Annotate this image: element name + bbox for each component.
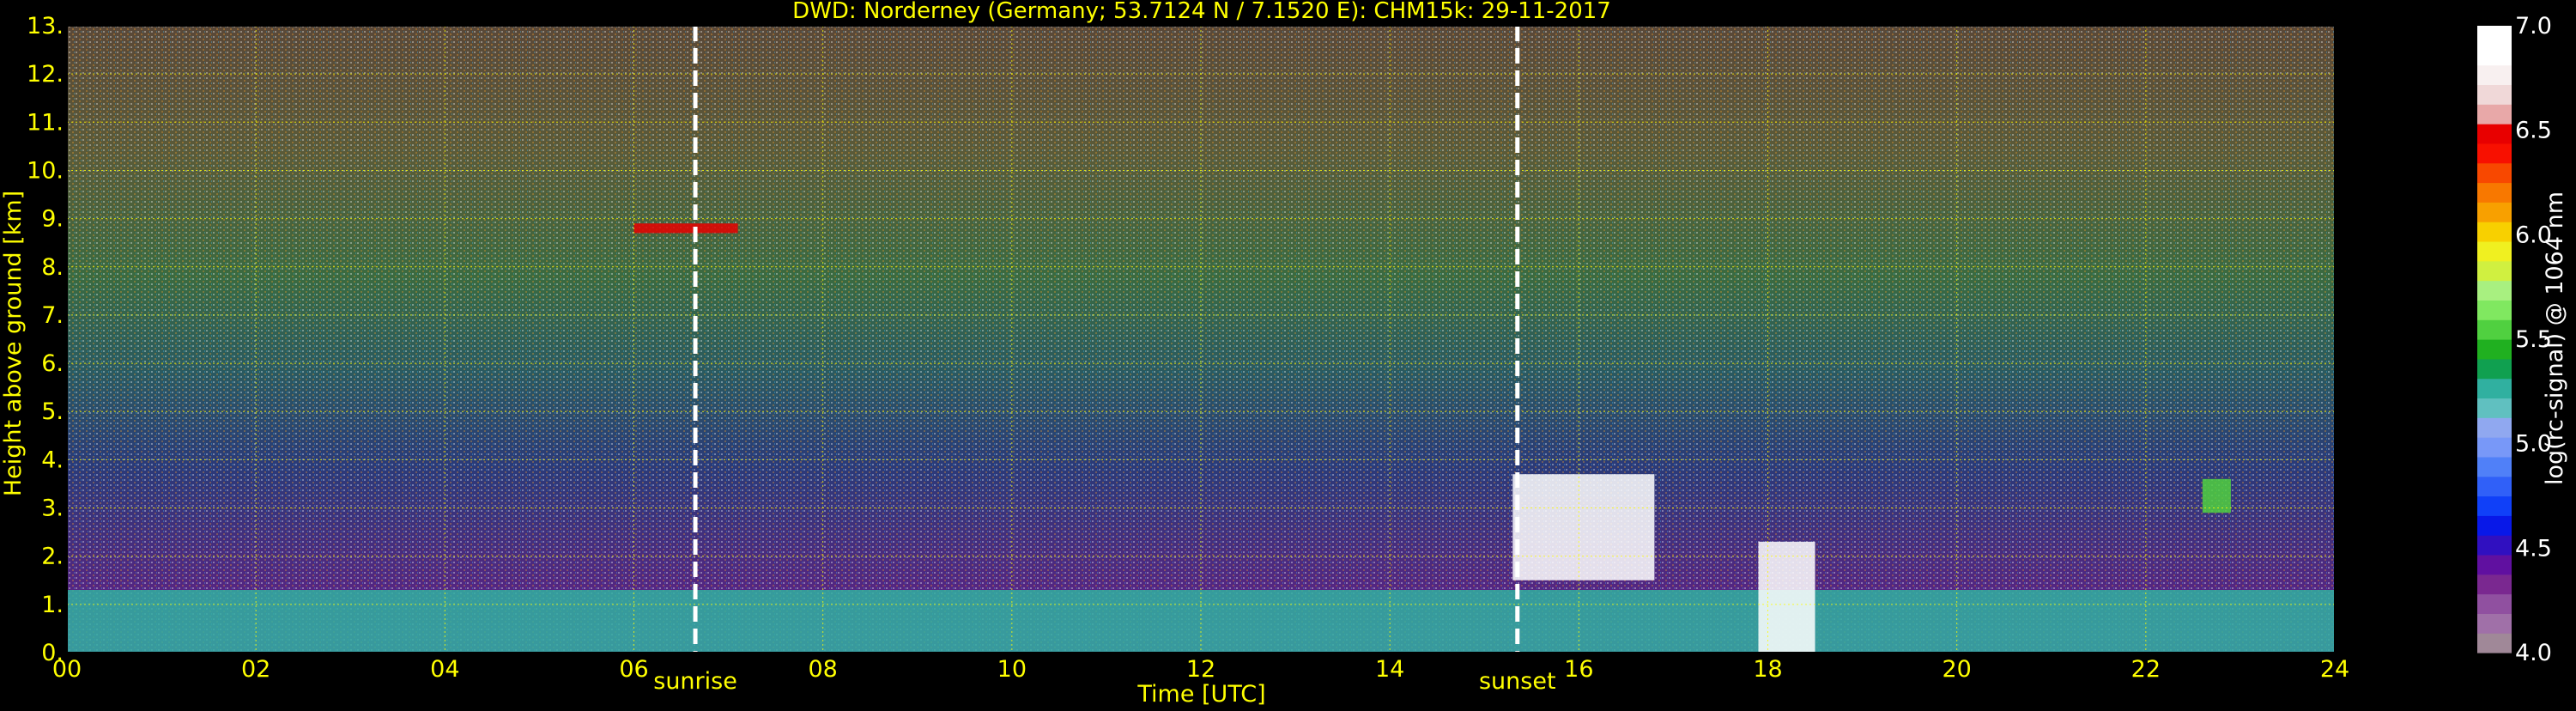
x-tick-label: 20	[1942, 656, 1971, 683]
y-tick-label: 8.	[41, 254, 64, 281]
colorbar-segment	[2477, 456, 2512, 477]
colorbar-segment	[2477, 26, 2512, 46]
marker-label-sunset: sunset	[1479, 668, 1556, 695]
colorbar-segment	[2477, 574, 2512, 595]
colorbar-segment	[2477, 554, 2512, 575]
y-axis-ticks: 0. 1. 2. 3. 4. 5. 6. 7. 8. 9. 10. 11. 12. 13.	[27, 13, 64, 666]
colorbar-segment	[2477, 613, 2512, 634]
chart-svg: sunrise sunset 00 02 04 06 08 10 12 14 16 18 20 22 24…	[0, 0, 2568, 708]
colorbar-segment	[2477, 417, 2512, 438]
colorbar-segment	[2477, 593, 2512, 614]
colorbar-tick-label: 4.5	[2515, 535, 2552, 562]
colorbar-segment	[2477, 476, 2512, 497]
colorbar-segment	[2477, 339, 2512, 360]
y-tick-label: 13.	[27, 13, 64, 40]
x-tick-label: 08	[808, 656, 837, 683]
x-tick-label: 24	[2320, 656, 2349, 683]
x-tick-label: 04	[430, 656, 459, 683]
y-tick-label: 5.	[41, 398, 64, 425]
y-tick-label: 9.	[41, 206, 64, 233]
colorbar-tick-label: 7.0	[2515, 13, 2552, 40]
colorbar-segment	[2477, 515, 2512, 536]
x-tick-label: 14	[1375, 656, 1404, 683]
colorbar-segment	[2477, 260, 2512, 282]
colorbar-segment	[2477, 202, 2512, 222]
colorbar-segment	[2477, 633, 2512, 653]
marker-label-sunrise: sunrise	[653, 668, 737, 695]
colorbar-segment	[2477, 64, 2512, 86]
y-tick-label: 6.	[41, 350, 64, 377]
y-tick-label: 7.	[41, 302, 64, 329]
x-axis-ticks: 00 02 04 06 08 10 12 14 16 18 20 22 24	[52, 656, 2349, 683]
colorbar-segment	[2477, 319, 2512, 340]
x-tick-label: 12	[1186, 656, 1215, 683]
x-axis-label: Time [UTC]	[1136, 681, 1265, 708]
colorbar-label: log(rc-signal) @ 1064 nm	[2542, 191, 2568, 485]
x-tick-label: 10	[997, 656, 1027, 683]
colorbar-segment	[2477, 84, 2512, 105]
y-tick-label: 1.	[41, 592, 64, 618]
y-tick-label: 11.	[27, 109, 64, 136]
colorbar-segment	[2477, 124, 2512, 144]
ceilometer-chart: sunrise sunset 00 02 04 06 08 10 12 14 16 18 20 22 24…	[0, 0, 2576, 708]
colorbar-segment	[2477, 378, 2512, 399]
colorbar-segment	[2477, 535, 2512, 556]
colorbar-segment	[2477, 182, 2512, 203]
y-tick-label: 3.	[41, 495, 64, 522]
layer-boundary-layer-aerosol	[67, 590, 2335, 653]
colorbar-segment	[2477, 358, 2512, 380]
colorbar-segment	[2477, 45, 2512, 66]
layer-cloud-18utc	[1758, 541, 1815, 653]
colorbar-tick-label: 6.5	[2515, 118, 2552, 144]
y-tick-label: 2.	[41, 544, 64, 570]
colorbar-segment	[2477, 240, 2512, 262]
y-tick-label: 10.	[27, 157, 64, 184]
x-tick-label: 02	[241, 656, 270, 683]
colorbar-segment	[2477, 300, 2512, 320]
layer-high-cloud	[633, 223, 738, 234]
x-tick-label: 22	[2131, 656, 2161, 683]
colorbar-tick-label: 4.0	[2515, 640, 2552, 666]
x-tick-label: 16	[1564, 656, 1593, 683]
y-axis-label: Height above ground [km]	[0, 191, 27, 496]
colorbar-segment	[2477, 143, 2512, 164]
colorbar	[2477, 26, 2512, 653]
y-tick-label: 0.	[41, 640, 64, 666]
y-tick-label: 12.	[27, 61, 64, 88]
colorbar-segment	[2477, 398, 2512, 418]
colorbar-segment	[2477, 162, 2512, 184]
x-tick-label: 18	[1753, 656, 1782, 683]
colorbar-segment	[2477, 495, 2512, 516]
colorbar-segment	[2477, 222, 2512, 242]
chart-title: DWD: Norderney (Germany; 53.7124 N / 7.1…	[792, 0, 1611, 24]
colorbar-segment	[2477, 437, 2512, 458]
x-tick-label: 06	[619, 656, 648, 683]
y-tick-label: 4.	[41, 447, 64, 473]
layer-cloud-after-sunset	[1512, 474, 1655, 580]
colorbar-segment	[2477, 280, 2512, 301]
colorbar-segment	[2477, 104, 2512, 125]
